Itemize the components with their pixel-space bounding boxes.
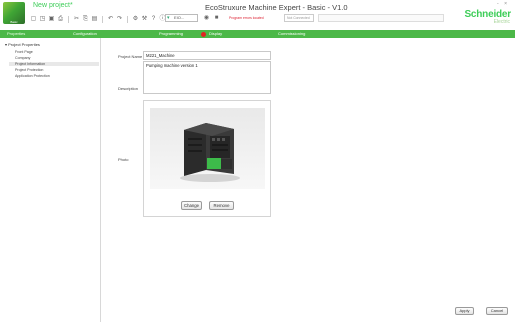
print-icon[interactable]: ⎙ — [57, 16, 64, 23]
tab-configuration[interactable]: Configuration — [73, 31, 97, 37]
nav-item-company[interactable]: Company — [15, 56, 30, 60]
nav-root-project-properties[interactable]: ▾ Project Properties — [5, 42, 40, 47]
project-name-input[interactable]: M221_Machine — [143, 51, 271, 60]
tab-display[interactable]: Display — [209, 31, 222, 37]
status-field[interactable] — [318, 14, 444, 22]
status-pill: Not Connected — [284, 14, 314, 22]
description-label: Description — [118, 86, 139, 91]
copy-icon[interactable]: ⎘ — [82, 16, 89, 23]
display-alert-icon — [201, 31, 206, 37]
project-name-label: Project Name — [118, 54, 143, 59]
toolbar-divider — [102, 15, 103, 23]
app-logo-label: Basic — [10, 20, 18, 24]
tools-icon[interactable]: ⚒ — [141, 16, 148, 23]
help-icon[interactable]: ? — [150, 16, 157, 23]
tab-programming[interactable]: Programming — [159, 31, 183, 37]
nav-item-front-page[interactable]: Front Page — [15, 50, 33, 54]
controller-select-icon: ▾ — [167, 15, 170, 21]
new-file-icon[interactable]: ▢ — [30, 16, 37, 23]
project-name-title[interactable]: New project* — [33, 2, 73, 9]
tab-properties[interactable]: Properties — [7, 31, 25, 37]
nav-item-application-protection[interactable]: Application Protection — [15, 74, 50, 78]
description-textarea[interactable]: Pumping machine version 1 — [143, 61, 271, 94]
controller-select[interactable]: ▾ EIO... — [165, 14, 198, 22]
nav-item-project-information[interactable]: Project Information — [9, 62, 99, 66]
nav-root-label: Project Properties — [8, 42, 40, 47]
undo-icon[interactable]: ↶ — [107, 16, 114, 23]
save-icon[interactable]: ▣ — [48, 16, 55, 23]
photo-label: Photo — [118, 157, 129, 162]
nav-item-project-protection[interactable]: Project Protection — [15, 68, 43, 72]
app-logo-icon[interactable]: Basic — [3, 2, 25, 24]
controller-select-value: EIO... — [174, 15, 185, 20]
controller-photo — [150, 108, 265, 189]
brand-logo-sub: Electric — [493, 19, 510, 25]
toolbar-divider — [127, 15, 128, 23]
title-bar: Basic New project* EcoStruxure Machine E… — [0, 0, 515, 29]
settings-icon[interactable]: ⚙ — [132, 16, 139, 23]
toolbar-divider — [68, 15, 69, 23]
stop-icon[interactable]: ■ — [213, 15, 220, 22]
apply-button[interactable]: Apply — [455, 307, 474, 315]
paste-icon[interactable]: ▤ — [91, 16, 98, 23]
module-tab-bar: Properties Configuration Programming Dis… — [0, 30, 515, 38]
toolbar: ▢ ◳ ▣ ⎙ ✂ ⎘ ▤ ↶ ↷ ⚙ ⚒ ? ⓘ — [30, 14, 166, 24]
remove-photo-button[interactable]: Remove — [209, 201, 234, 210]
connect-icon[interactable]: ◉ — [203, 15, 210, 22]
window-controls[interactable]: - × — [497, 1, 509, 7]
app-window: Basic New project* EcoStruxure Machine E… — [0, 0, 515, 322]
cut-icon[interactable]: ✂ — [73, 16, 80, 23]
cancel-button[interactable]: Cancel — [486, 307, 508, 315]
properties-nav-tree: ▾ Project Properties Front Page Company … — [0, 38, 101, 322]
change-photo-button[interactable]: Change — [181, 201, 202, 210]
plc-device-image — [180, 123, 240, 182]
window-title: EcoStruxure Machine Expert - Basic - V1.… — [205, 3, 348, 12]
open-folder-icon[interactable]: ◳ — [39, 16, 46, 23]
tab-commissioning[interactable]: Commissioning — [278, 31, 305, 37]
redo-icon[interactable]: ↷ — [116, 16, 123, 23]
status-warning: Program errors located — [229, 16, 264, 20]
